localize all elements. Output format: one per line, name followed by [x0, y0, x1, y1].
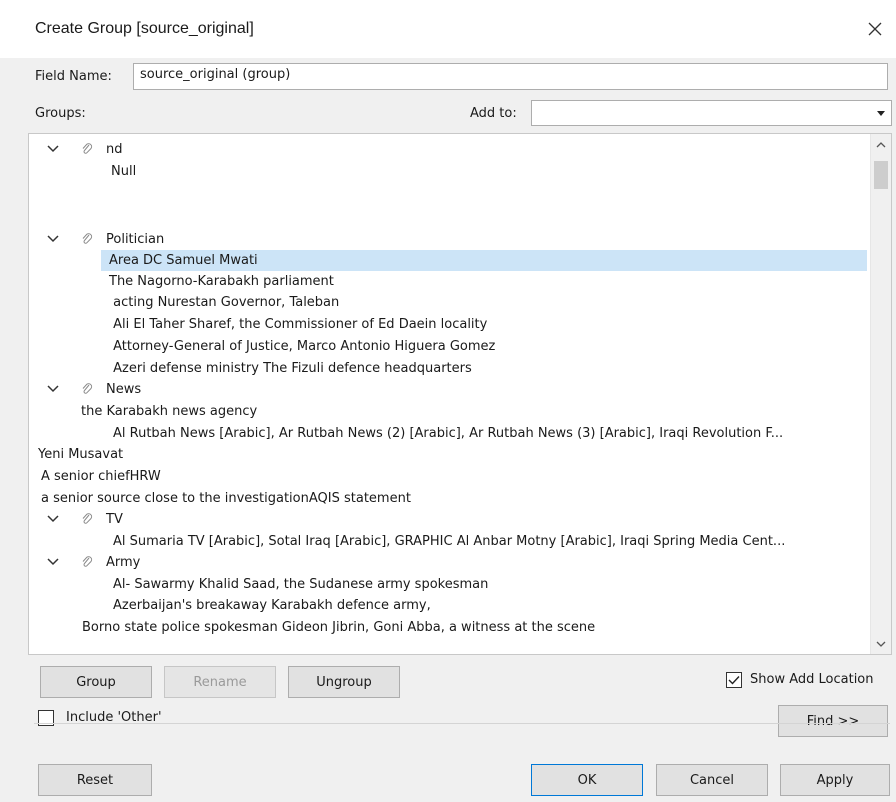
add-to-label: Add to: [470, 106, 517, 121]
show-add-location-label: Show Add Location [750, 672, 874, 687]
member-label: A senior chiefHRW [41, 469, 161, 484]
tree-member[interactable]: A senior chiefHRW [29, 466, 869, 487]
tree-group-army[interactable]: Army [29, 552, 869, 573]
tree-member[interactable]: Yeni Musavat [29, 444, 869, 465]
member-label: Azeri defense ministry The Fizuli defenc… [109, 361, 472, 376]
window-title: Create Group [source_original] [35, 20, 254, 37]
tree-member[interactable]: the Karabakh news agency [29, 401, 869, 422]
chevron-down-icon [877, 111, 885, 116]
tree-member[interactable]: Null [29, 161, 869, 182]
tree-member[interactable]: Borno state police spokesman Gideon Jibr… [29, 617, 869, 638]
groups-tree[interactable]: nd Null Politician Area DC Samuel Mwati … [28, 133, 892, 655]
checkmark-icon [728, 676, 740, 685]
group-button[interactable]: Group [40, 666, 152, 698]
member-label: Al Rutbah News [Arabic], Ar Rutbah News … [113, 426, 784, 441]
tree-group-nd[interactable]: nd [29, 139, 869, 160]
member-label: Yeni Musavat [38, 447, 124, 462]
field-name-label: Field Name: [35, 69, 112, 84]
find-button[interactable]: Find >> [778, 705, 888, 737]
chevron-down-icon[interactable] [47, 144, 59, 154]
paperclip-icon [82, 143, 93, 154]
scroll-up-button[interactable] [871, 134, 891, 154]
paperclip-icon [82, 233, 93, 244]
group-name: TV [106, 512, 123, 527]
group-name: Army [106, 555, 141, 570]
tree-member[interactable]: The Nagorno-Karabakh parliament [29, 271, 869, 292]
tree-member[interactable]: Attorney-General of Justice, Marco Anton… [29, 336, 869, 357]
member-label: Azerbaijan's breakaway Karabakh defence … [113, 598, 431, 613]
member-label: Al Sumaria TV [Arabic], Sotal Iraq [Arab… [113, 534, 786, 549]
rename-button[interactable]: Rename [164, 666, 276, 698]
tree-group-news[interactable]: News [29, 379, 869, 400]
tree-member[interactable]: a senior source close to the investigati… [29, 488, 869, 509]
field-name-input[interactable]: source_original (group) [133, 63, 888, 90]
tree-member[interactable]: acting Nurestan Governor, Taleban [29, 292, 869, 313]
paperclip-icon [82, 383, 93, 394]
member-label: a senior source close to the investigati… [41, 491, 411, 506]
show-add-location-checkbox[interactable] [726, 672, 742, 688]
chevron-down-icon [876, 641, 886, 647]
tree-group-tv[interactable]: TV [29, 509, 869, 530]
ok-button[interactable]: OK [531, 764, 643, 796]
close-button[interactable] [858, 12, 892, 46]
tree-member[interactable]: Ali El Taher Sharef, the Commissioner of… [29, 314, 869, 335]
footer-separator [34, 723, 890, 724]
group-name: News [106, 382, 142, 397]
tree-member[interactable]: Azeri defense ministry The Fizuli defenc… [29, 358, 869, 379]
apply-button[interactable]: Apply [780, 764, 890, 796]
tree-scrollbar[interactable] [870, 134, 891, 654]
close-icon [868, 22, 882, 36]
tree-member[interactable]: Azerbaijan's breakaway Karabakh defence … [29, 595, 869, 616]
member-label: Al- Sawarmy Khalid Saad, the Sudanese ar… [113, 577, 489, 592]
group-name: nd [106, 142, 123, 157]
tree-member-selected[interactable]: Area DC Samuel Mwati [101, 250, 867, 271]
member-label: Attorney-General of Justice, Marco Anton… [109, 339, 496, 354]
tree-member[interactable]: Al Sumaria TV [Arabic], Sotal Iraq [Arab… [29, 531, 869, 552]
member-label: Area DC Samuel Mwati [109, 253, 258, 268]
member-label: The Nagorno-Karabakh parliament [109, 274, 334, 289]
paperclip-icon [82, 513, 93, 524]
member-label: acting Nurestan Governor, Taleban [109, 295, 340, 310]
scroll-thumb[interactable] [874, 161, 888, 189]
paperclip-icon [82, 556, 93, 567]
cancel-button[interactable]: Cancel [656, 764, 768, 796]
scroll-down-button[interactable] [871, 634, 891, 654]
group-name: Politician [106, 232, 165, 247]
member-label: Null [111, 164, 137, 179]
ungroup-button[interactable]: Ungroup [288, 666, 400, 698]
reset-button[interactable]: Reset [38, 764, 152, 796]
tree-member[interactable]: Al- Sawarmy Khalid Saad, the Sudanese ar… [29, 574, 869, 595]
tree-group-politician[interactable]: Politician [29, 229, 869, 250]
chevron-down-icon[interactable] [47, 514, 59, 524]
add-to-dropdown[interactable] [531, 100, 892, 126]
tree-member[interactable]: Al Rutbah News [Arabic], Ar Rutbah News … [29, 423, 869, 444]
chevron-up-icon [876, 141, 886, 147]
chevron-down-icon[interactable] [47, 557, 59, 567]
member-label: Ali El Taher Sharef, the Commissioner of… [109, 317, 488, 332]
member-label: Borno state police spokesman Gideon Jibr… [82, 620, 596, 635]
title-bar: Create Group [source_original] [0, 0, 896, 58]
chevron-down-icon[interactable] [47, 234, 59, 244]
create-group-dialog: Create Group [source_original] Field Nam… [0, 0, 896, 802]
groups-label: Groups: [35, 106, 86, 121]
member-label: the Karabakh news agency [81, 404, 258, 419]
chevron-down-icon[interactable] [47, 384, 59, 394]
